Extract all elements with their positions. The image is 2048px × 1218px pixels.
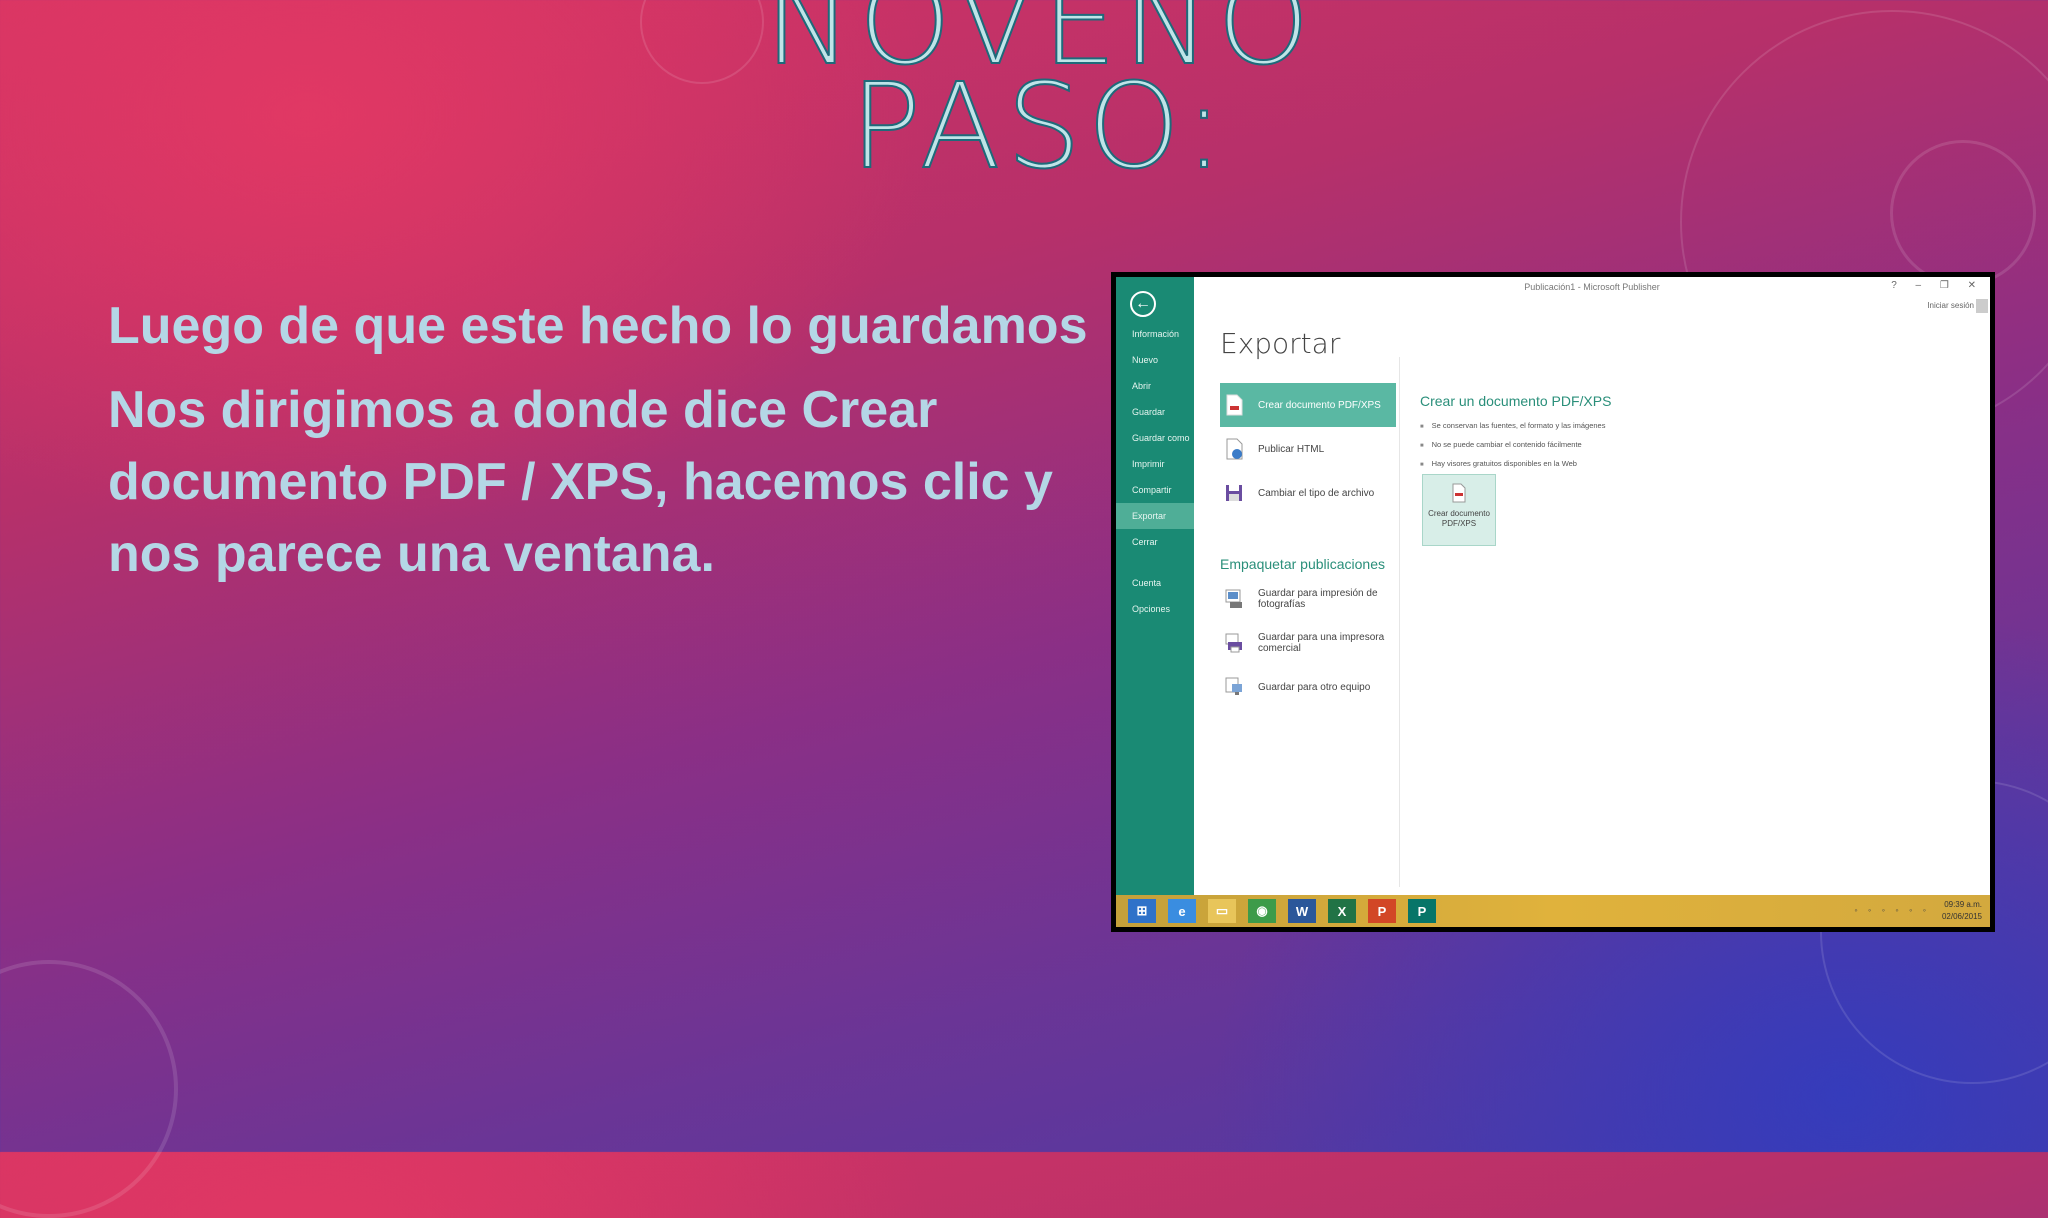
clock-date: 02/06/2015	[1941, 912, 1982, 921]
panel-divider	[1399, 357, 1400, 887]
computer-icon	[1225, 677, 1242, 695]
windows-taskbar: ⊞ e ▭ ◉ W X P P ◦ ◦ ◦ ◦ ◦ ◦ 09:39 a.m. 0…	[1116, 895, 1990, 927]
system-tray-icons[interactable]: ◦ ◦ ◦ ◦ ◦ ◦	[1854, 905, 1930, 915]
option-label: Guardar para impresión de fotografías	[1258, 588, 1378, 610]
back-arrow-icon[interactable]: ←	[1130, 291, 1156, 317]
sidebar-item-exportar[interactable]: Exportar	[1116, 503, 1194, 529]
sidebar-item-compartir[interactable]: Compartir	[1116, 477, 1194, 503]
file-explorer-icon[interactable]: ▭	[1208, 899, 1236, 923]
sidebar-item-nuevo[interactable]: Nuevo	[1116, 347, 1194, 373]
pdf-document-icon	[1452, 483, 1466, 503]
sidebar-item-cuenta[interactable]: Cuenta	[1116, 570, 1194, 596]
sidebar-item-opciones[interactable]: Opciones	[1116, 596, 1194, 622]
export-option-change-type[interactable]: Cambiar el tipo de archivo	[1220, 471, 1396, 515]
option-label: Crear documento PDF/XPS	[1258, 399, 1381, 411]
window-title: Publicación1 - Microsoft Publisher	[1524, 282, 1660, 292]
detail-title: Crear un documento PDF/XPS	[1420, 393, 1612, 409]
sidebar-item-guardar-como[interactable]: Guardar como	[1116, 425, 1194, 451]
sidebar-item-cerrar[interactable]: Cerrar	[1116, 529, 1194, 555]
backstage-sidebar: ← Información Nuevo Abrir Guardar Guarda…	[1116, 277, 1194, 895]
sidebar-item-imprimir[interactable]: Imprimir	[1116, 451, 1194, 477]
package-option-other-computer[interactable]: Guardar para otro equipo	[1220, 665, 1396, 709]
export-option-pdf-xps[interactable]: Crear documento PDF/XPS	[1220, 383, 1396, 427]
decorative-ring	[1890, 140, 2036, 286]
pdf-document-icon	[1226, 394, 1243, 416]
detail-bullet: Se conservan las fuentes, el formato y l…	[1420, 417, 1606, 436]
windows-start-icon[interactable]: ⊞	[1128, 899, 1156, 923]
clock-time: 09:39 a.m.	[1944, 900, 1982, 909]
publisher-window: ← Información Nuevo Abrir Guardar Guarda…	[1116, 277, 1990, 927]
option-label: Publicar HTML	[1258, 443, 1325, 455]
option-label: Cambiar el tipo de archivo	[1258, 487, 1375, 499]
system-clock[interactable]: 09:39 a.m. 02/06/2015	[1942, 899, 1982, 923]
commercial-printer-icon	[1225, 633, 1242, 653]
excel-icon[interactable]: X	[1328, 899, 1356, 923]
option-label: Guardar para otro equipo	[1258, 681, 1371, 693]
window-controls[interactable]: ? – ❐ ✕	[1891, 280, 1984, 291]
sidebar-item-guardar[interactable]: Guardar	[1116, 399, 1194, 425]
page-title: Exportar	[1220, 327, 1341, 360]
body-paragraph: Luego de que este hecho lo guardamos	[108, 297, 1088, 355]
internet-explorer-icon[interactable]: e	[1168, 899, 1196, 923]
option-label: Guardar para una impresora comercial	[1258, 632, 1385, 654]
slide-title: NOVENO PASO:	[740, 0, 1340, 186]
create-pdf-xps-label: Crear documento PDF/XPS	[1428, 509, 1490, 528]
publisher-icon[interactable]: P	[1408, 899, 1436, 923]
word-icon[interactable]: W	[1288, 899, 1316, 923]
body-paragraph: Nos dirigimos a donde dice Crear documen…	[108, 381, 1053, 583]
package-option-photo-print[interactable]: Guardar para impresión de fotografías	[1220, 577, 1396, 621]
html-publish-icon	[1226, 438, 1243, 460]
powerpoint-icon[interactable]: P	[1368, 899, 1396, 923]
detail-bullets: Se conservan las fuentes, el formato y l…	[1420, 417, 1606, 474]
package-section-label: Empaquetar publicaciones	[1220, 556, 1385, 572]
sidebar-item-abrir[interactable]: Abrir	[1116, 373, 1194, 399]
export-option-html[interactable]: Publicar HTML	[1220, 427, 1396, 471]
chrome-icon[interactable]: ◉	[1248, 899, 1276, 923]
create-pdf-xps-button[interactable]: Crear documento PDF/XPS	[1422, 474, 1496, 546]
publisher-screenshot: ← Información Nuevo Abrir Guardar Guarda…	[1111, 272, 1995, 932]
detail-bullet: Hay visores gratuitos disponibles en la …	[1420, 455, 1605, 474]
photo-print-icon	[1225, 589, 1242, 608]
package-option-commercial-printer[interactable]: Guardar para una impresora comercial	[1220, 621, 1396, 665]
signin-link[interactable]: Iniciar sesión	[1927, 301, 1974, 310]
sidebar-item-informacion[interactable]: Información	[1116, 321, 1194, 347]
save-disk-icon	[1226, 485, 1242, 501]
detail-bullet: No se puede cambiar el contenido fácilme…	[1420, 436, 1605, 455]
user-avatar-icon	[1976, 299, 1988, 313]
slide-body: Luego de que este hecho lo guardamos Nos…	[108, 290, 1088, 602]
decorative-ring	[0, 960, 178, 1218]
